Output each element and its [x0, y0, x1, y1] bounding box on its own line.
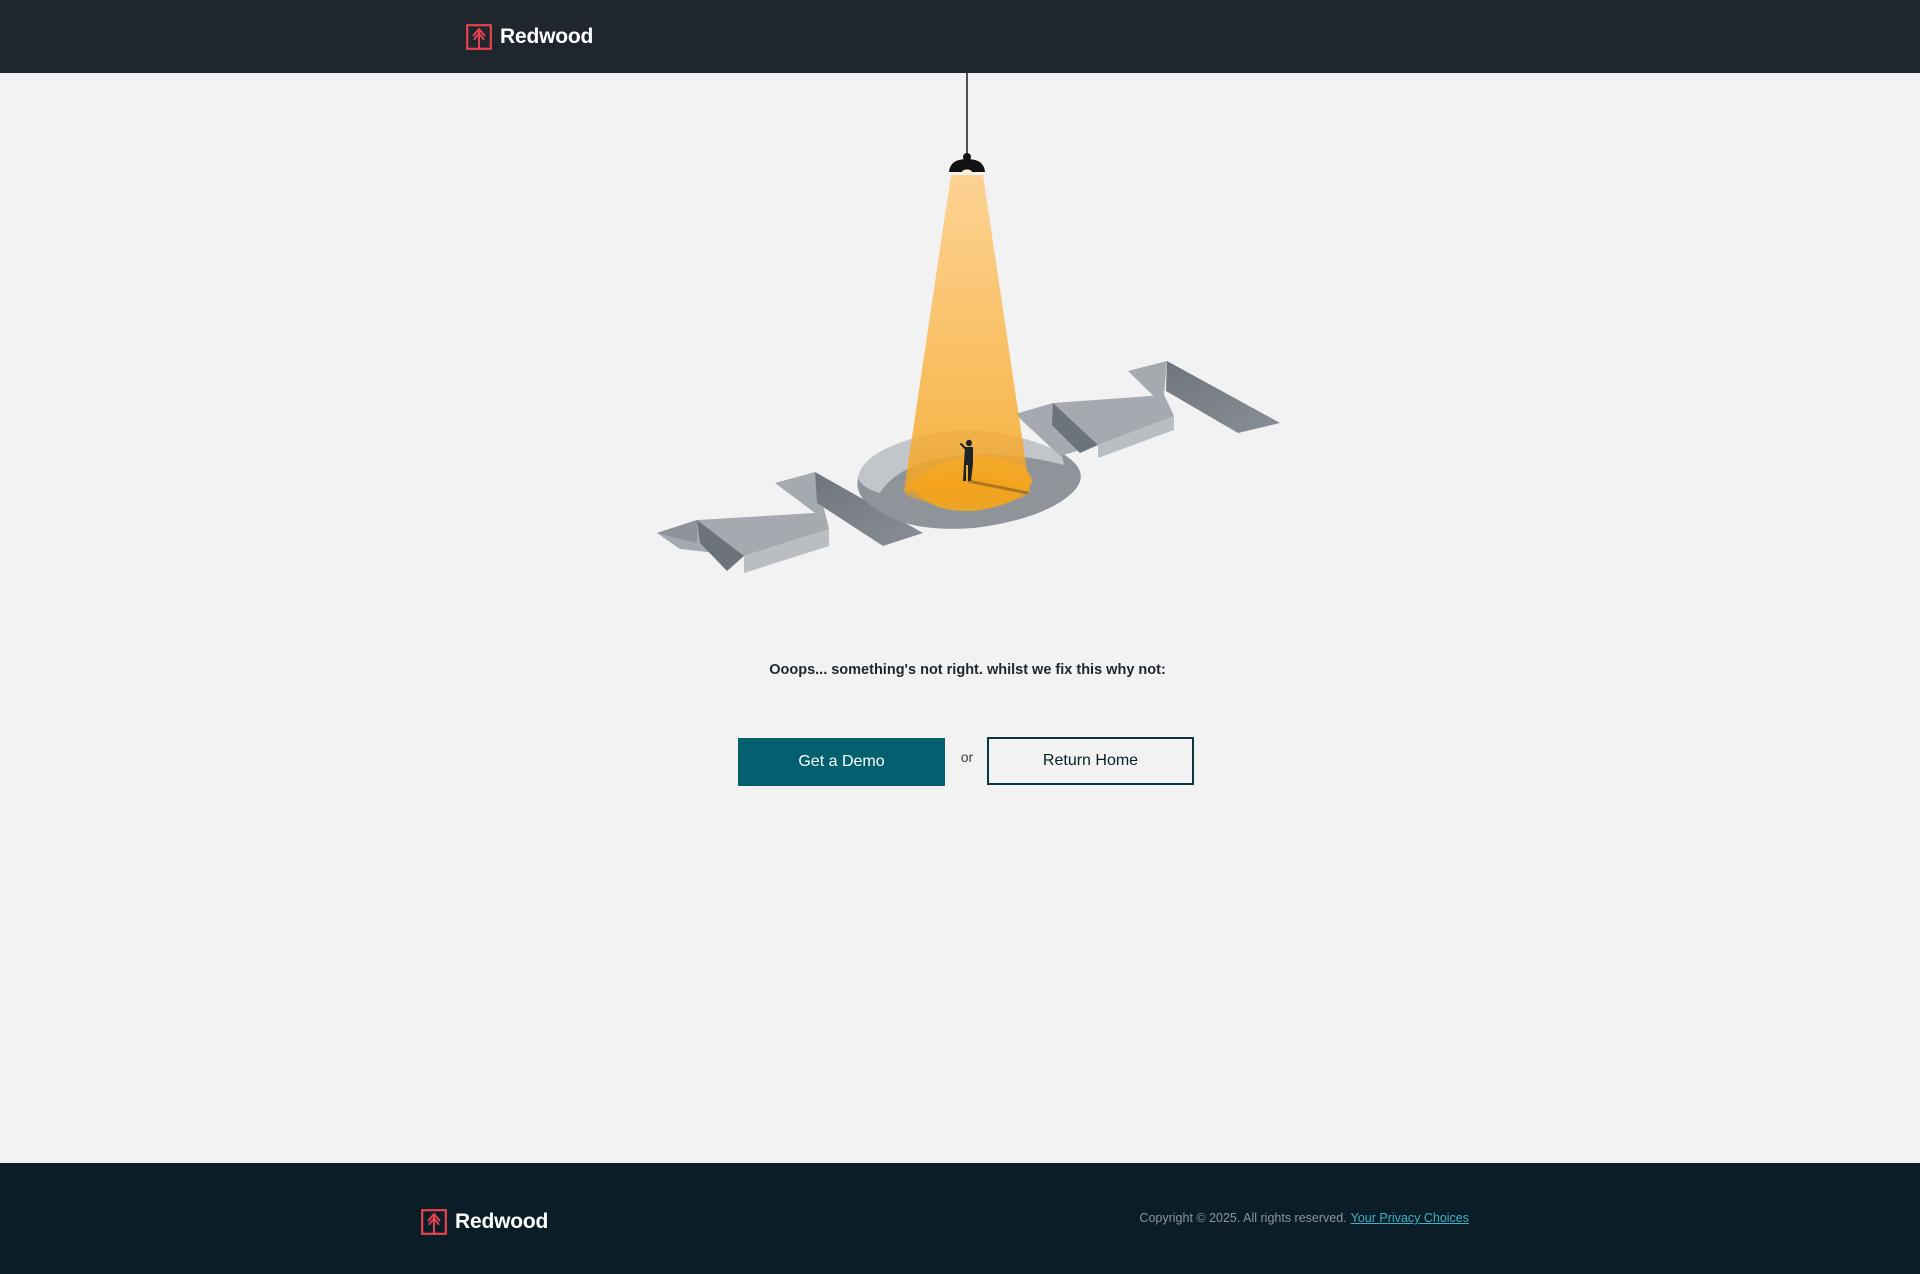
- get-a-demo-button[interactable]: Get a Demo: [738, 738, 945, 786]
- return-home-button[interactable]: Return Home: [987, 737, 1194, 785]
- footer-brand-name: Redwood: [455, 1210, 549, 1233]
- footer-brand-link[interactable]: Redwood: [421, 1209, 548, 1235]
- header-brand-name: Redwood: [500, 25, 594, 48]
- copyright-text: Copyright © 2025. All rights reserved.: [1139, 1211, 1347, 1225]
- footer-legal: Copyright © 2025. All rights reserved. Yo…: [1139, 1211, 1469, 1225]
- header-brand-link[interactable]: Redwood: [466, 24, 593, 50]
- privacy-choices-link[interactable]: Your Privacy Choices: [1351, 1211, 1469, 1225]
- site-header: Redwood: [0, 0, 1920, 73]
- or-separator: or: [960, 749, 974, 765]
- lamp-icon: [949, 153, 985, 175]
- site-footer: Redwood Copyright © 2025. All rights res…: [0, 1163, 1920, 1274]
- redwood-tree-logo-icon: [421, 1209, 447, 1235]
- 404-spotlight-illustration: [657, 73, 1280, 573]
- error-message: Ooops... something's not right. whilst w…: [769, 662, 1166, 678]
- digit-4-right: [1015, 361, 1280, 458]
- redwood-tree-logo-icon: [466, 24, 492, 50]
- error-404-page: Redwood Ooops... something's not right. …: [0, 0, 1920, 1274]
